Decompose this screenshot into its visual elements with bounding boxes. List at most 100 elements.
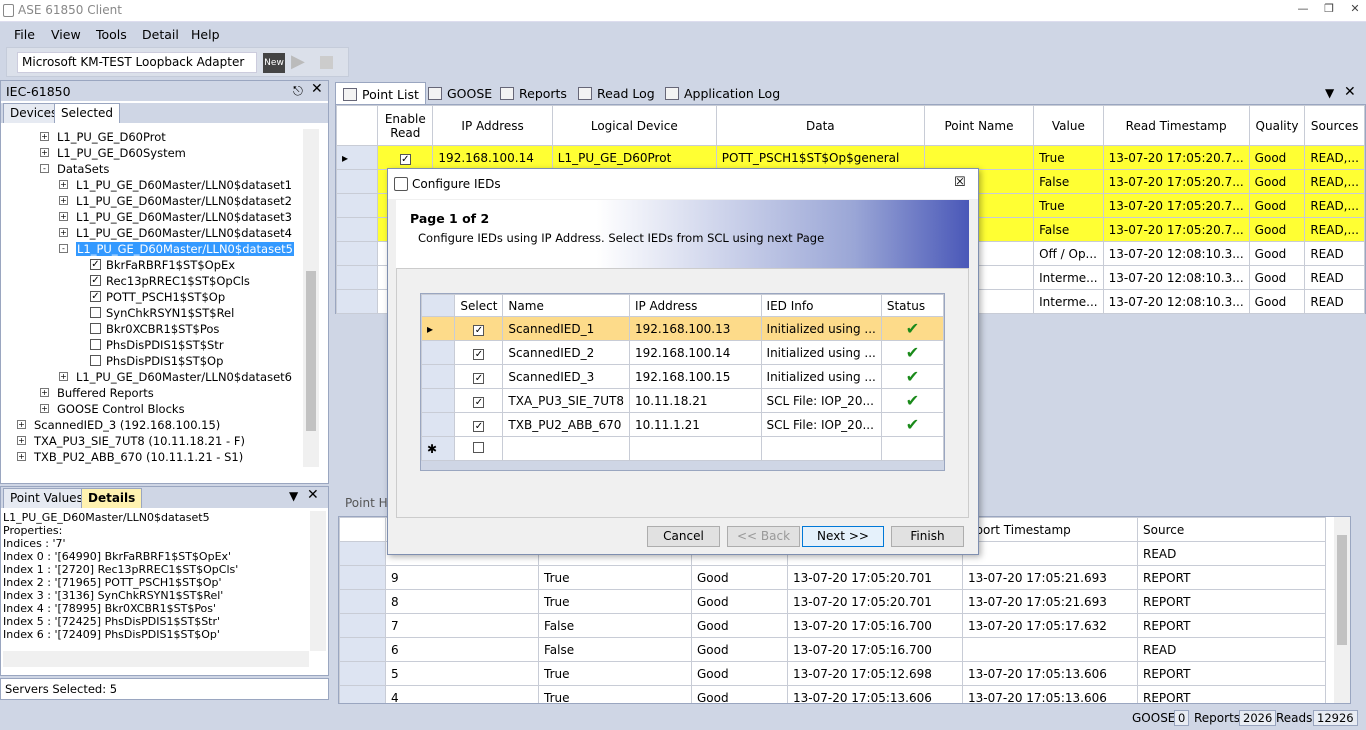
details-close-icon[interactable]: ✕: [307, 487, 319, 503]
tree-scrollbar[interactable]: [303, 129, 319, 467]
cancel-button[interactable]: Cancel: [647, 526, 720, 547]
row-header[interactable]: [335, 217, 379, 242]
new-row[interactable]: ✱: [420, 436, 945, 461]
column-header[interactable]: Value: [1033, 105, 1104, 146]
tree-node[interactable]: + L1_PU_GE_D60Master/LLN0$dataset2: [3, 193, 303, 209]
menu-file[interactable]: File: [14, 27, 35, 42]
new-button[interactable]: New: [263, 53, 285, 73]
scroll-thumb[interactable]: [306, 271, 316, 431]
expand-icon[interactable]: +: [59, 196, 68, 205]
enable-read-cell[interactable]: ✓: [377, 145, 434, 170]
tab-read-log[interactable]: Read Log: [571, 82, 661, 104]
tab-goose[interactable]: GOOSE: [421, 82, 498, 104]
table-row[interactable]: 8 True Good 13-07-20 17:05:20.701 13-07-20 1…: [339, 589, 1326, 614]
checkbox[interactable]: ✓: [90, 291, 101, 302]
row-header[interactable]: [335, 241, 379, 266]
tree-node[interactable]: + TXB_PU2_ABB_670 (10.11.1.21 - S1): [3, 449, 303, 465]
row-header[interactable]: [420, 340, 456, 365]
checkbox[interactable]: [473, 441, 485, 453]
tab-application-log[interactable]: Application Log: [658, 82, 786, 104]
next-button[interactable]: Next >>: [802, 526, 884, 547]
close-icon[interactable]: ✕: [1346, 2, 1364, 18]
row-header[interactable]: [339, 565, 386, 590]
table-row[interactable]: 7 False Good 13-07-20 17:05:16.700 13-07-20 …: [339, 613, 1326, 638]
dropdown-icon[interactable]: ▼: [289, 489, 298, 503]
checkbox[interactable]: [90, 355, 101, 366]
select-cell[interactable]: ✓: [454, 340, 504, 365]
expand-icon[interactable]: +: [59, 180, 68, 189]
column-header[interactable]: Status: [880, 294, 945, 317]
expand-icon[interactable]: +: [59, 228, 68, 237]
details-hscrollbar[interactable]: [3, 651, 309, 667]
menu-help[interactable]: Help: [191, 27, 220, 42]
column-header[interactable]: Name: [502, 294, 630, 317]
finish-button[interactable]: Finish: [891, 526, 964, 547]
expand-icon[interactable]: +: [17, 452, 26, 461]
row-header[interactable]: [339, 613, 386, 638]
expand-icon[interactable]: +: [40, 132, 49, 141]
menu-tools[interactable]: Tools: [96, 27, 127, 42]
tree-node[interactable]: + L1_PU_GE_D60Master/LLN0$dataset1: [3, 177, 303, 193]
column-header[interactable]: Sources: [1304, 105, 1365, 146]
row-header[interactable]: [339, 685, 386, 703]
checkbox[interactable]: ✓: [473, 420, 485, 432]
checkbox[interactable]: ✓: [473, 324, 485, 336]
row-header[interactable]: [420, 364, 456, 389]
row-header[interactable]: [335, 193, 379, 218]
expand-icon[interactable]: +: [40, 388, 49, 397]
column-header[interactable]: Read Timestamp: [1102, 105, 1250, 146]
row-header[interactable]: ▸: [420, 316, 456, 341]
expand-icon[interactable]: +: [17, 420, 26, 429]
cell[interactable]: [880, 436, 945, 461]
table-row[interactable]: ✓ TXB_PU2_ABB_670 10.11.1.21 SCL File: IOP_…: [420, 412, 945, 437]
select-cell[interactable]: ✓: [454, 316, 504, 341]
tree-node[interactable]: - DataSets: [3, 161, 303, 177]
table-row[interactable]: ▸ ✓ ScannedIED_1 192.168.100.13 Initialized …: [420, 316, 945, 341]
tree-node[interactable]: + L1_PU_GE_D60Master/LLN0$dataset4: [3, 225, 303, 241]
tree-node[interactable]: + L1_PU_GE_D60System: [3, 145, 303, 161]
column-header[interactable]: Source: [1137, 517, 1326, 542]
cell[interactable]: [628, 436, 762, 461]
expand-icon[interactable]: +: [17, 436, 26, 445]
select-cell[interactable]: ✓: [454, 412, 504, 437]
row-header[interactable]: [339, 637, 386, 662]
row-header[interactable]: [420, 388, 456, 413]
checkbox[interactable]: ✓: [90, 275, 101, 286]
adapter-select[interactable]: Microsoft KM-TEST Loopback Adapter: [17, 52, 257, 73]
tree-node[interactable]: + L1_PU_GE_D60Master/LLN0$dataset3: [3, 209, 303, 225]
select-cell[interactable]: ✓: [454, 364, 504, 389]
checkbox[interactable]: ✓: [473, 396, 485, 408]
checkbox[interactable]: ✓: [399, 153, 411, 165]
tab-reports[interactable]: Reports: [493, 82, 573, 104]
column-header[interactable]: Logical Device: [551, 105, 717, 146]
main-close-icon[interactable]: ✕: [1344, 84, 1356, 100]
table-row[interactable]: 9 True Good 13-07-20 17:05:20.701 13-07-20 1…: [339, 565, 1326, 590]
column-header[interactable]: Quality: [1248, 105, 1306, 146]
menu-detail[interactable]: Detail: [142, 27, 179, 42]
table-row[interactable]: 4 True Good 13-07-20 17:05:13.606 13-07-20 1…: [339, 685, 1326, 703]
tab-point-values[interactable]: Point Values: [3, 488, 90, 508]
table-row[interactable]: ✓ ScannedIED_2 192.168.100.14 Initialized u…: [420, 340, 945, 365]
tree-node[interactable]: + ScannedIED_3 (192.168.100.15): [3, 417, 303, 433]
tree-node[interactable]: + L1_PU_GE_D60Prot: [3, 129, 303, 145]
tree-node[interactable]: ✓ Rec13pRREC1$ST$OpCls: [3, 273, 303, 289]
column-header[interactable]: Data: [715, 105, 925, 146]
row-header[interactable]: [335, 169, 379, 194]
tree-node[interactable]: PhsDisPDIS1$ST$Str: [3, 337, 303, 353]
row-header[interactable]: [335, 265, 379, 290]
checkbox[interactable]: [90, 339, 101, 350]
scroll-thumb[interactable]: [1337, 535, 1347, 645]
details-scrollbar[interactable]: [310, 511, 326, 651]
checkbox[interactable]: ✓: [90, 259, 101, 270]
tab-details[interactable]: Details: [81, 488, 143, 508]
column-header[interactable]: Select: [454, 294, 504, 317]
tree-node[interactable]: + TXA_PU3_SIE_7UT8 (10.11.18.21 - F): [3, 433, 303, 449]
dialog-close-icon[interactable]: ☒: [954, 175, 966, 190]
tree-node[interactable]: + L1_PU_GE_D60Master/LLN0$dataset6: [3, 369, 303, 385]
table-row[interactable]: ✓ ScannedIED_3 192.168.100.15 Initialized u…: [420, 364, 945, 389]
tree-node[interactable]: SynChkRSYN1$ST$Rel: [3, 305, 303, 321]
column-header[interactable]: Enable Read: [377, 105, 434, 146]
checkbox[interactable]: ✓: [473, 348, 485, 360]
table-row[interactable]: ▸ ✓ 192.168.100.14 L1_PU_GE_D60Prot POTT_PSC…: [335, 145, 1365, 170]
history-scrollbar[interactable]: [1334, 517, 1350, 703]
